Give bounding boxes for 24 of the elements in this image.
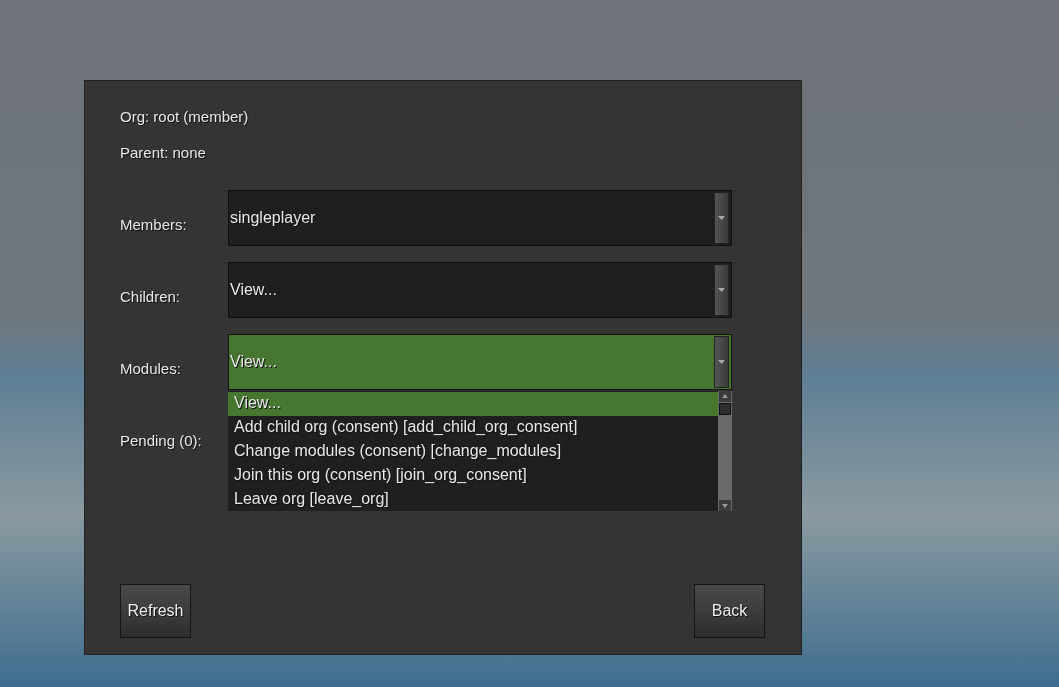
caret-icon <box>718 216 725 220</box>
parent-text: Parent: none <box>120 143 207 163</box>
dropdown-option[interactable]: Join this org (consent) [join_org_consent] <box>228 464 718 488</box>
caret-icon <box>718 288 725 292</box>
org-text: Org: root (member) <box>120 107 250 127</box>
field-label: Modules: <box>120 359 182 379</box>
field-label: Pending (0): <box>120 431 203 451</box>
dropdown-option[interactable]: Add child org (consent) [add_child_org_consent] <box>228 416 718 440</box>
scrollbar[interactable] <box>718 391 732 511</box>
dropdown[interactable]: View... <box>228 262 732 318</box>
dropdown[interactable]: View... <box>228 334 732 390</box>
dropdown-arrow-button[interactable] <box>714 192 729 244</box>
dropdown-option[interactable]: Change modules (consent) [change_modules] <box>228 440 718 464</box>
caret-icon <box>718 360 725 364</box>
dropdown-option[interactable]: View... <box>228 392 718 416</box>
scroll-thumb[interactable] <box>718 402 732 415</box>
dropdown-option[interactable]: Leave org [leave_org] <box>228 488 718 512</box>
action-button[interactable]: Back <box>694 584 765 638</box>
field-label: Members: <box>120 215 188 235</box>
action-button[interactable]: Refresh <box>120 584 191 638</box>
dropdown-arrow-button[interactable] <box>714 264 729 316</box>
dropdown[interactable]: singleplayer <box>228 190 732 246</box>
field-label: Children: <box>120 287 182 307</box>
dropdown-arrow-button[interactable] <box>714 336 729 388</box>
